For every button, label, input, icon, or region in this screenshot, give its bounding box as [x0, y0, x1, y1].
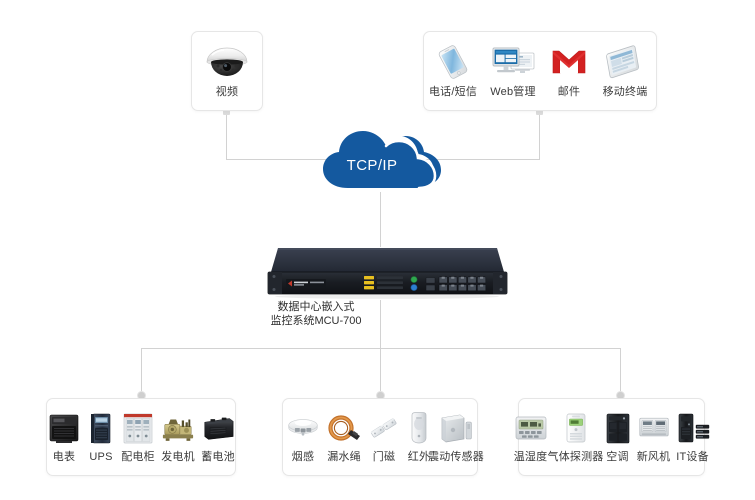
smoke-detector-icon — [286, 409, 320, 446]
item-label: 新风机 — [636, 451, 671, 463]
fresh-air-fan-icon — [638, 409, 670, 446]
item-distribution-cabinet[interactable]: 配电柜 — [118, 399, 158, 475]
item-vibration-sensor[interactable]: 震动传感器 — [428, 399, 484, 475]
electric-meter-icon — [47, 409, 81, 446]
card-notification-group[interactable]: 电话/短信 Web管理 邮件 移动终端 — [423, 31, 657, 111]
card-power-group[interactable]: 电表 UPS 配电柜 发电机 蓄电池 — [46, 398, 236, 476]
item-label: 门磁 — [372, 451, 396, 463]
connector-drop-security — [380, 348, 381, 396]
connector-video-vertical — [226, 112, 227, 160]
item-battery[interactable]: 蓄电池 — [198, 399, 238, 475]
envelope-icon — [547, 42, 591, 81]
connector-drop-environment — [620, 348, 621, 396]
item-label: 震动传感器 — [428, 451, 484, 463]
connector-drop-power — [141, 348, 142, 396]
item-label: 邮件 — [557, 86, 581, 98]
connector-notify-vertical — [539, 112, 540, 160]
item-label: IT设备 — [676, 451, 709, 463]
device-caption: 数据中心嵌入式 监控系统MCU-700 — [241, 300, 391, 328]
connector-cloud-to-device — [380, 192, 381, 247]
item-temp-humidity[interactable]: 温湿度 — [511, 399, 551, 475]
item-label: 移动终端 — [602, 86, 648, 98]
item-label: 漏水绳 — [327, 451, 361, 463]
smartphone-icon — [427, 42, 479, 81]
desktop-monitor-icon — [485, 42, 541, 81]
item-air-conditioner[interactable]: 空调 — [601, 399, 635, 475]
infrared-sensor-icon — [406, 409, 432, 446]
item-ups[interactable]: UPS — [84, 399, 118, 475]
device-caption-line1: 数据中心嵌入式 — [277, 301, 355, 313]
item-label: 电话/短信 — [428, 86, 478, 98]
item-label: UPS — [89, 451, 113, 463]
item-label: 发电机 — [161, 451, 195, 463]
item-web-management[interactable]: Web管理 — [482, 32, 544, 110]
card-environment-group[interactable]: 温湿度 气体探测器 空调 新风机 IT设备 — [514, 398, 709, 476]
item-phone-sms[interactable]: 电话/短信 — [424, 32, 482, 110]
item-door-contact[interactable]: 门磁 — [365, 399, 403, 475]
network-cloud: TCP/IP — [318, 126, 446, 192]
device-caption-line2: 监控系统MCU-700 — [270, 315, 362, 327]
item-label: 空调 — [606, 451, 629, 463]
dome-camera-icon — [195, 42, 259, 81]
vibration-sensor-icon — [438, 409, 474, 446]
item-label: 烟感 — [291, 451, 315, 463]
distribution-cabinet-icon — [121, 409, 155, 446]
card-security-group[interactable]: 烟感 漏水绳 门磁 红外 震动传感器 — [282, 398, 484, 476]
item-water-leak-rope[interactable]: 漏水绳 — [323, 399, 365, 475]
item-label: 温湿度 — [513, 451, 548, 463]
generator-icon — [161, 409, 195, 446]
network-label: TCP/IP — [347, 157, 398, 174]
device-mcu-700[interactable] — [266, 246, 509, 302]
item-label: Web管理 — [490, 86, 536, 98]
gas-detector-icon — [554, 409, 598, 446]
item-generator[interactable]: 发电机 — [158, 399, 198, 475]
item-label: 蓄电池 — [201, 451, 235, 463]
air-conditioner-icon — [604, 409, 632, 446]
ups-cabinet-icon — [87, 409, 115, 446]
tablet-icon — [597, 42, 653, 81]
topology-diagram: 视频 电话/短信 Web管理 邮件 移动终端 TCP/IP 数据中心嵌入式 监控… — [0, 0, 755, 500]
battery-icon — [201, 409, 235, 446]
item-mobile-terminal[interactable]: 移动终端 — [594, 32, 656, 110]
card-video-group[interactable]: 视频 — [191, 31, 263, 111]
door-contact-icon — [368, 409, 400, 446]
item-label: 电表 — [52, 451, 76, 463]
item-it-equipment[interactable]: IT设备 — [673, 399, 713, 475]
item-email[interactable]: 邮件 — [544, 32, 594, 110]
water-leak-rope-icon — [326, 409, 362, 446]
item-fresh-air-fan[interactable]: 新风机 — [635, 399, 673, 475]
item-gas-detector[interactable]: 气体探测器 — [547, 399, 604, 475]
item-video[interactable]: 视频 — [192, 32, 262, 110]
item-electric-meter[interactable]: 电表 — [44, 399, 84, 475]
item-smoke-detector[interactable]: 烟感 — [283, 399, 323, 475]
item-label: 视频 — [215, 86, 239, 98]
it-equipment-icon — [676, 409, 710, 446]
temp-humidity-icon — [514, 409, 548, 446]
item-label: 气体探测器 — [547, 451, 604, 463]
item-label: 红外 — [407, 451, 431, 463]
item-label: 配电柜 — [121, 451, 155, 463]
